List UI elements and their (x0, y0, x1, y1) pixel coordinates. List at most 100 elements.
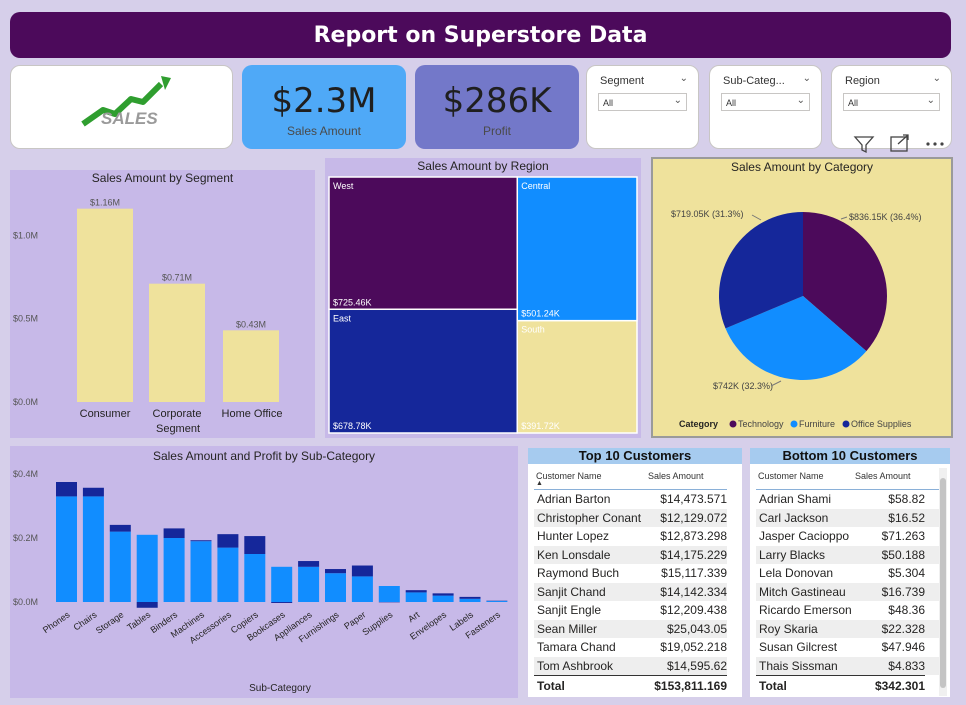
table-row[interactable]: Hunter Lopez $12,873.298 (534, 527, 727, 546)
bar[interactable] (149, 283, 205, 402)
x-tick-label: Tables (125, 609, 152, 632)
treemap-tile-label: East (333, 313, 352, 323)
customer-name: Raymond Buch (537, 566, 620, 580)
bar[interactable] (432, 593, 454, 596)
sales-amount-value: $5.304 (888, 566, 925, 580)
x-tick-label: Supplies (360, 609, 394, 637)
slicer-value: All (848, 98, 859, 108)
sales-amount-value: $14,473.571 (660, 492, 727, 506)
column-header-customer[interactable]: Customer Name (536, 471, 602, 481)
table-row[interactable]: Roy Skaria $22.328 (756, 619, 939, 638)
bar[interactable] (271, 566, 293, 602)
table-row[interactable]: Adrian Barton $14,473.571 (534, 490, 727, 509)
more-options-icon[interactable] (926, 142, 944, 146)
table-row[interactable]: Larry Blacks $50.188 (756, 545, 939, 564)
bar[interactable] (190, 541, 212, 602)
bar[interactable] (109, 524, 131, 532)
category-pie-chart[interactable]: $836.15K (36.4%) $742K (32.3%) $719.05K (3… (653, 159, 951, 436)
sales-amount-value: $48.36 (888, 603, 925, 617)
bar[interactable] (244, 536, 266, 554)
bar[interactable] (136, 534, 158, 602)
bar[interactable] (217, 534, 239, 548)
table-row[interactable]: Ken Lonsdale $14,175.229 (534, 545, 727, 564)
bar[interactable] (136, 602, 158, 608)
table-row[interactable]: Carl Jackson $16.52 (756, 508, 939, 527)
treemap-tile[interactable] (516, 319, 638, 434)
sub-category-dropdown[interactable]: All ⌄ (721, 93, 810, 111)
kpi-label: Sales Amount (286, 124, 362, 138)
table-row[interactable]: Christopher Conant $12,129.072 (534, 508, 727, 527)
table-row[interactable]: Ricardo Emerson $48.36 (756, 601, 939, 620)
table-row[interactable]: Raymond Buch $15,117.339 (534, 564, 727, 583)
chevron-down-icon[interactable]: ⌄ (680, 73, 688, 84)
bar[interactable] (351, 565, 373, 577)
segment-slicer[interactable]: Segment ⌄ All ⌄ (586, 65, 699, 149)
sub-category-slicer[interactable]: Sub-Categ... ⌄ All ⌄ (709, 65, 822, 149)
table-row[interactable]: Susan Gilcrest $47.946 (756, 638, 939, 657)
bar[interactable] (163, 538, 185, 602)
table-row[interactable]: Sanjit Engle $12,209.438 (534, 601, 727, 620)
treemap-tile[interactable] (328, 176, 519, 311)
bar[interactable] (190, 540, 212, 542)
region-treemap[interactable]: West$725.46KEast$678.78KCentral$501.24KS… (325, 158, 641, 438)
bar[interactable] (82, 496, 104, 602)
treemap-tile[interactable] (328, 308, 519, 434)
bar[interactable] (325, 569, 346, 574)
kpi-profit: $286K Profit (415, 65, 579, 149)
region-dropdown[interactable]: All ⌄ (843, 93, 940, 111)
chevron-down-icon[interactable]: ⌄ (927, 95, 935, 106)
y-tick-label: $0.0M (13, 397, 38, 407)
bar[interactable] (432, 595, 454, 602)
column-header-sales[interactable]: Sales Amount (648, 471, 704, 481)
bar[interactable] (77, 208, 133, 402)
scrollbar-thumb[interactable] (940, 478, 946, 688)
bar[interactable] (109, 531, 131, 602)
bar[interactable] (271, 602, 293, 603)
table-row[interactable]: Adrian Shami $58.82 (756, 490, 939, 509)
table-scrollbar[interactable] (939, 468, 947, 696)
column-header-sales[interactable]: Sales Amount (855, 471, 911, 481)
table-row[interactable]: Sean Miller $25,043.05 (534, 619, 727, 638)
y-tick-label: $0.0M (13, 597, 38, 607)
column-header-customer[interactable]: Customer Name (758, 471, 824, 481)
bar[interactable] (82, 487, 104, 497)
chevron-down-icon[interactable]: ⌄ (803, 73, 811, 84)
bar[interactable] (351, 576, 373, 602)
bar[interactable] (217, 547, 239, 602)
table-row[interactable]: Tom Ashbrook $14,595.62 (534, 656, 727, 675)
subcategory-bar-chart[interactable]: $0.4M$0.2M$0.0MPhones ChairsStorage Tables… (10, 446, 518, 698)
segment-bar-chart[interactable]: $1.0M $0.5M $0.0M $1.16M $0.71M $0.43M Consume… (10, 170, 315, 438)
table-row[interactable]: Tamara Chand $19,052.218 (534, 638, 727, 657)
bar[interactable] (486, 601, 508, 602)
bar[interactable] (325, 573, 346, 602)
filter-icon[interactable] (853, 136, 875, 154)
bar[interactable] (223, 330, 279, 402)
bar[interactable] (244, 554, 266, 602)
bar[interactable] (163, 528, 185, 538)
bar[interactable] (298, 561, 320, 567)
sales-amount-value: $47.946 (881, 640, 925, 654)
customer-name: Sanjit Engle (537, 603, 602, 617)
table-row[interactable]: Thais Sissman $4.833 (756, 656, 939, 675)
chevron-down-icon[interactable]: ⌄ (674, 95, 682, 106)
focus-mode-icon[interactable] (890, 134, 909, 152)
treemap-tile[interactable] (516, 176, 638, 322)
treemap-tile-label: West (333, 181, 354, 191)
table-row[interactable]: Jasper Cacioppo $71.263 (756, 527, 939, 546)
bar[interactable] (56, 482, 77, 497)
table-row[interactable]: Lela Donovan $5.304 (756, 564, 939, 583)
total-label: Total (537, 679, 565, 693)
bar[interactable] (378, 586, 400, 602)
bar[interactable] (459, 596, 481, 599)
chevron-down-icon[interactable]: ⌄ (933, 73, 941, 84)
bar[interactable] (405, 592, 427, 602)
bar[interactable] (56, 496, 77, 602)
segment-dropdown[interactable]: All ⌄ (598, 93, 687, 111)
bar[interactable] (459, 598, 481, 602)
table-row[interactable]: Sanjit Chand $14,142.334 (534, 582, 727, 601)
chevron-down-icon[interactable]: ⌄ (797, 95, 805, 106)
sort-ascending-icon[interactable]: ▲ (536, 480, 543, 487)
bar[interactable] (298, 566, 320, 602)
bar[interactable] (405, 590, 427, 593)
table-row[interactable]: Mitch Gastineau $16.739 (756, 582, 939, 601)
